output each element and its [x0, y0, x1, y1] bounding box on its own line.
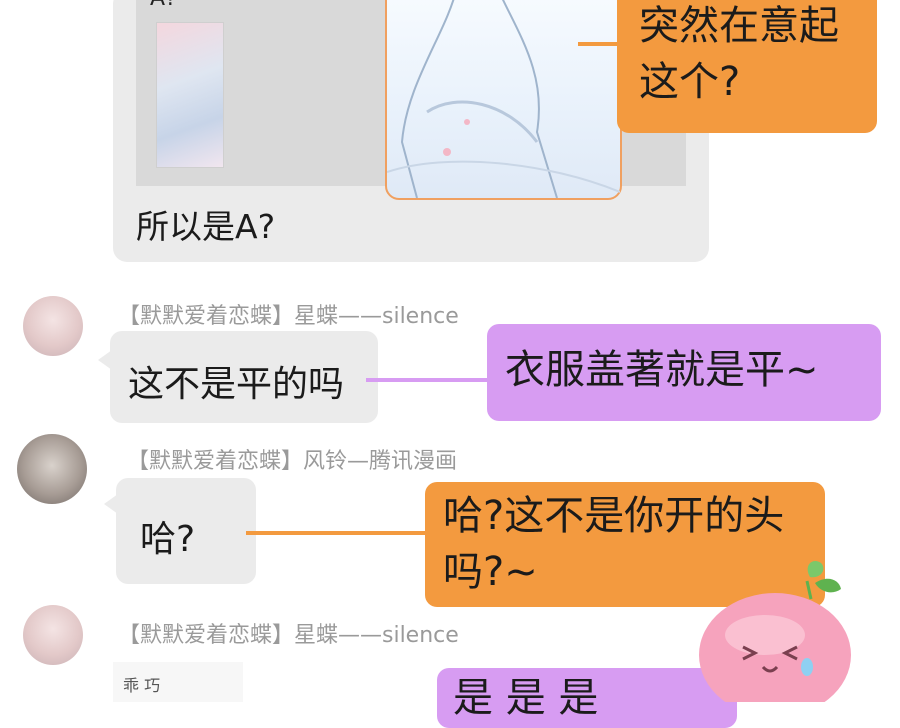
annotation-clothes-text: 衣服盖著就是平~ [505, 347, 819, 393]
message-text: 哈? [140, 519, 196, 560]
avatar-fengling-icon[interactable] [17, 434, 87, 504]
quoted-comic-panel-image[interactable] [385, 0, 622, 200]
annotation-connector-ha [246, 531, 431, 535]
annotation-bottom: 是 是 是 [437, 668, 737, 728]
message-text: 这不是平的吗 [128, 364, 345, 405]
annotation-clothes: 衣服盖著就是平~ [487, 324, 881, 421]
sticker-image[interactable]: 乖 巧 [113, 662, 243, 702]
annotation-bottom-text: 是 是 是 [453, 675, 599, 721]
sender-name: 【默默爱着恋蝶】星蝶——silence [118, 304, 459, 329]
quoted-top-label: A? [150, 0, 177, 11]
quoted-message-text: 所以是A? [136, 207, 276, 246]
sender-name: 【默默爱着恋蝶】星蝶——silence [118, 623, 459, 648]
annotation-top: 突然在意起这个? [617, 0, 877, 133]
annotation-connector-top [578, 42, 622, 46]
sticker-image-text: 乖 巧 [123, 676, 161, 695]
avatar-xingdie-icon[interactable] [23, 296, 83, 356]
quoted-thumbnail-image[interactable] [156, 22, 224, 168]
avatar-xingdie-icon[interactable] [23, 605, 83, 665]
pink-mascot-sticker-icon [699, 560, 851, 702]
annotation-connector-clothes [366, 378, 491, 382]
sender-name: 【默默爱着恋蝶】风铃—腾讯漫画 [127, 449, 458, 474]
annotation-top-text: 突然在意起这个? [639, 3, 839, 105]
